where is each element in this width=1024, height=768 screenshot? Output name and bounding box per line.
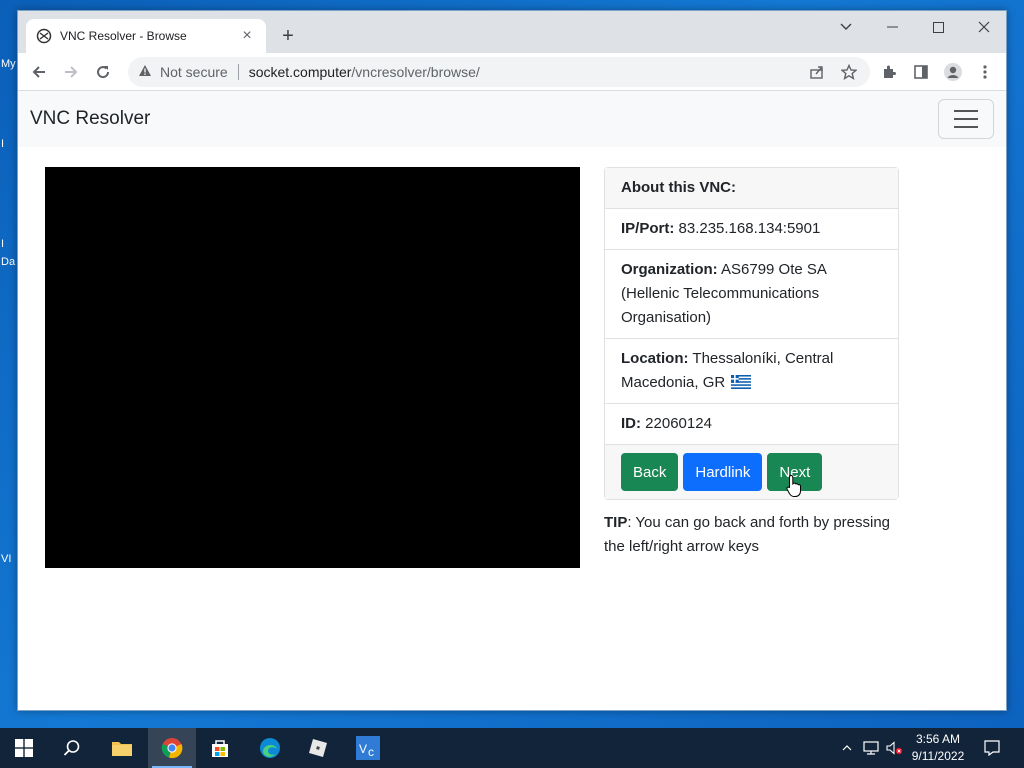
notifications-icon[interactable]	[980, 728, 1004, 768]
navbar-brand[interactable]: VNC Resolver	[30, 108, 150, 130]
clock-time: 3:56 AM	[915, 732, 961, 746]
extensions-icon[interactable]	[876, 59, 902, 85]
reload-icon[interactable]	[90, 59, 116, 85]
web-page: VNC Resolver About this VNC: IP/Port: 83…	[18, 91, 1006, 710]
forward-arrow-icon[interactable]	[58, 59, 84, 85]
chrome-icon[interactable]	[148, 728, 196, 768]
file-explorer-icon[interactable]	[98, 728, 146, 768]
id-row: ID: 22060124	[605, 404, 898, 445]
organization-row: Organization: AS6799 Ote SA (Hellenic Te…	[605, 250, 898, 339]
new-tab-icon[interactable]: +	[276, 24, 300, 48]
tab-title: VNC Resolver - Browse	[60, 29, 187, 43]
bookmark-star-icon[interactable]	[836, 59, 862, 85]
profile-avatar-icon[interactable]	[940, 59, 966, 85]
desktop-icon-label[interactable]: VI	[1, 553, 11, 565]
vnc-viewer-icon[interactable]: Vc	[344, 728, 392, 768]
greece-flag-icon	[731, 373, 752, 389]
menu-kebab-icon[interactable]	[972, 59, 998, 85]
search-icon[interactable]	[48, 728, 96, 768]
ip-port-label: IP/Port:	[621, 220, 675, 237]
chevron-up-icon[interactable]	[838, 728, 856, 768]
tab-search-icon[interactable]	[823, 11, 869, 43]
hamburger-icon	[954, 126, 978, 128]
url-host: socket.computer	[248, 64, 352, 80]
hamburger-icon	[954, 110, 978, 112]
tab-strip: VNC Resolver - Browse × +	[18, 11, 1006, 53]
tab-close-icon[interactable]: ×	[238, 27, 256, 45]
id-label: ID:	[621, 415, 641, 432]
vnc-screenshot	[45, 167, 580, 568]
warning-icon[interactable]	[138, 64, 152, 80]
close-window-icon[interactable]	[961, 11, 1006, 43]
edge-icon[interactable]	[246, 728, 294, 768]
tip-body: : You can go back and forth by pressing …	[604, 514, 891, 555]
side-panel-icon[interactable]	[908, 59, 934, 85]
browser-window: VNC Resolver - Browse × + Not secure soc…	[17, 10, 1007, 711]
id-value: 22060124	[645, 415, 712, 432]
maximize-icon[interactable]	[915, 11, 961, 43]
taskbar: Vc 3:56 AM 9/11/2022	[0, 728, 1024, 768]
url-separator	[237, 64, 239, 80]
address-bar[interactable]: Not secure socket.computer/vncresolver/b…	[128, 57, 870, 87]
browser-toolbar: Not secure socket.computer/vncresolver/b…	[18, 53, 1006, 91]
taskbar-clock[interactable]: 3:56 AM 9/11/2022	[906, 731, 970, 765]
svg-text:c: c	[368, 745, 374, 759]
location-row: Location: Thessaloníki, Central Macedoni…	[605, 339, 898, 404]
tip-text: TIP: You can go back and forth by pressi…	[604, 511, 899, 559]
ip-port-row: IP/Port: 83.235.168.134:5901	[605, 209, 898, 250]
organization-label: Organization:	[621, 261, 718, 278]
navbar: VNC Resolver	[18, 91, 1006, 147]
tip-label: TIP	[604, 514, 628, 531]
hardlink-button[interactable]: Hardlink	[683, 453, 763, 491]
hand-cursor-icon	[786, 474, 804, 498]
windows-start-icon[interactable]	[0, 728, 48, 768]
desktop-icon-label[interactable]: Da	[1, 256, 15, 268]
back-button[interactable]: Back	[621, 453, 679, 491]
roblox-icon[interactable]	[294, 728, 342, 768]
share-icon[interactable]	[804, 59, 830, 85]
not-secure-label[interactable]: Not secure	[160, 64, 228, 80]
navbar-toggler-button[interactable]	[938, 99, 994, 139]
location-label: Location:	[621, 350, 689, 367]
browser-tab[interactable]: VNC Resolver - Browse ×	[26, 19, 266, 53]
back-arrow-icon[interactable]	[26, 59, 52, 85]
clock-date: 9/11/2022	[911, 749, 965, 763]
desktop-icon-label[interactable]: I	[1, 138, 4, 150]
volume-muted-icon[interactable]	[884, 728, 906, 768]
svg-text:V: V	[359, 742, 367, 756]
vnc-info-card: About this VNC: IP/Port: 83.235.168.134:…	[604, 167, 899, 500]
minimize-icon[interactable]	[869, 11, 915, 43]
url-path: /vncresolver/browse/	[351, 64, 480, 80]
network-icon[interactable]	[861, 728, 881, 768]
desktop-icon-label[interactable]: My	[1, 58, 16, 70]
vnc-favicon-icon	[36, 28, 52, 44]
store-icon[interactable]	[196, 728, 244, 768]
desktop-icon-label[interactable]: I	[1, 238, 4, 250]
hamburger-icon	[954, 118, 978, 120]
card-footer: Back Hardlink Next	[605, 445, 898, 499]
ip-port-value: 83.235.168.134:5901	[678, 220, 821, 237]
card-header: About this VNC:	[605, 168, 898, 209]
